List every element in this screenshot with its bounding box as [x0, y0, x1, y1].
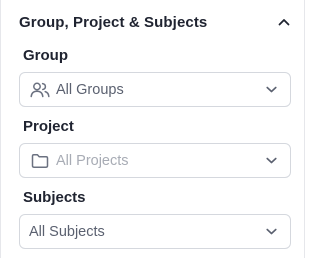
group-select-value: All Groups [56, 81, 124, 98]
chevron-down-icon [264, 225, 278, 239]
section-header-toggle[interactable]: Group, Project & Subjects [19, 11, 291, 33]
chevron-up-icon[interactable] [277, 15, 291, 29]
group-select[interactable]: All Groups [19, 72, 291, 107]
chevron-down-icon [264, 154, 278, 168]
project-select[interactable]: All Projects [19, 143, 291, 178]
project-select-value: All Projects [56, 152, 129, 169]
filter-panel: Group, Project & Subjects Group All Grou… [0, 0, 305, 258]
users-icon [30, 80, 50, 100]
folder-icon [30, 151, 50, 171]
subjects-label: Subjects [23, 189, 86, 206]
group-label: Group [23, 47, 68, 64]
section-title: Group, Project & Subjects [19, 13, 208, 31]
subjects-select-value: All Subjects [29, 223, 105, 240]
project-label: Project [23, 118, 74, 135]
chevron-down-icon [264, 83, 278, 97]
subjects-select[interactable]: All Subjects [19, 214, 291, 249]
